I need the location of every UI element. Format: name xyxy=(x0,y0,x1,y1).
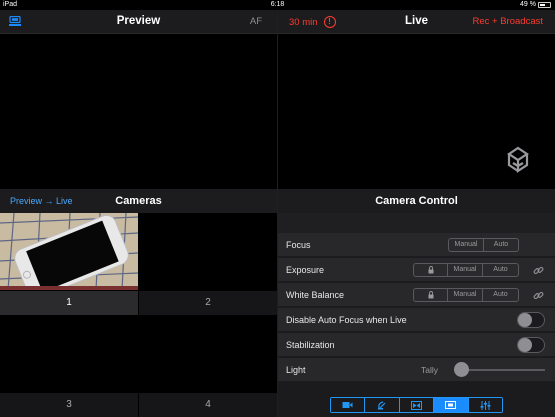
focus-row: Focus Manual Auto xyxy=(278,233,555,257)
switcher-logo-icon xyxy=(507,146,529,174)
camera-cell-3[interactable] xyxy=(0,316,138,393)
camera-control-panel: Focus Manual Auto Exposure Manual Auto W… xyxy=(278,213,555,417)
white-balance-link-icon[interactable] xyxy=(533,290,544,301)
exposure-auto-option[interactable]: Auto xyxy=(483,264,518,276)
toggle-knob xyxy=(518,338,532,352)
light-slider-knob[interactable] xyxy=(454,362,469,377)
exposure-lock-icon[interactable] xyxy=(414,264,448,276)
battery-status: 49 % xyxy=(520,1,551,8)
camera-label-3[interactable]: 3 xyxy=(0,393,138,417)
battery-icon xyxy=(538,1,551,8)
focus-manual-option[interactable]: Manual xyxy=(449,239,484,251)
af-button[interactable]: AF xyxy=(250,16,262,27)
live-monitor[interactable] xyxy=(278,35,555,189)
camera-grid: 1 2 3 4 xyxy=(0,213,277,417)
stabilization-toggle[interactable] xyxy=(517,337,545,353)
white-balance-row: White Balance Manual Auto xyxy=(278,283,555,307)
exposure-link-icon[interactable] xyxy=(533,265,544,276)
exposure-row: Exposure Manual Auto xyxy=(278,258,555,282)
battery-percent: 49 % xyxy=(520,1,536,8)
camera-cell-2[interactable] xyxy=(139,213,277,290)
white-balance-lock-icon[interactable] xyxy=(414,289,448,301)
panel-spacer xyxy=(278,213,555,233)
satellite-icon xyxy=(378,401,386,410)
camera-1-thumbnail xyxy=(0,213,138,290)
preview-monitor[interactable] xyxy=(0,35,277,189)
toggle-knob xyxy=(518,313,532,327)
mixer-button[interactable] xyxy=(468,398,503,412)
status-bar: iPad 6:18 49 % xyxy=(0,0,555,10)
white-balance-auto-option[interactable]: Auto xyxy=(483,289,518,301)
disable-af-toggle[interactable] xyxy=(517,312,545,328)
phone-on-cloth-image xyxy=(0,213,138,290)
video-camera-icon xyxy=(342,402,353,408)
screen-icon xyxy=(445,401,457,409)
camera-label-1[interactable]: 1 xyxy=(0,291,138,315)
camera-control-toolbar xyxy=(330,397,503,413)
exposure-manual-option[interactable]: Manual xyxy=(448,264,483,276)
live-header: 30 min ! Live Rec + Broadcast xyxy=(278,10,555,34)
camera-control-header: Camera Control xyxy=(278,189,555,213)
cameras-header: Preview → Live Cameras xyxy=(0,189,277,213)
camera-cell-1[interactable] xyxy=(0,213,138,290)
transition-button[interactable] xyxy=(399,398,435,412)
camera-control-title: Camera Control xyxy=(375,195,458,207)
cameras-title: Cameras xyxy=(115,195,162,207)
rec-broadcast-button[interactable]: Rec + Broadcast xyxy=(473,16,544,27)
preview-title: Preview xyxy=(116,15,161,27)
stabilization-row: Stabilization xyxy=(278,333,555,357)
preview-header: Preview AF xyxy=(0,10,277,34)
satellite-button[interactable] xyxy=(365,398,400,412)
light-slider-track[interactable] xyxy=(461,369,545,371)
camera-label-4[interactable]: 4 xyxy=(139,393,277,417)
tally-label: Tally xyxy=(421,365,439,375)
exposure-label: Exposure xyxy=(286,265,325,275)
stabilization-label: Stabilization xyxy=(286,340,335,350)
camera-cell-4[interactable] xyxy=(139,316,277,393)
clock: 6:18 xyxy=(270,1,285,8)
mixer-sliders-icon xyxy=(480,400,491,410)
light-label: Light xyxy=(286,365,306,375)
video-camera-button[interactable] xyxy=(331,398,366,412)
screen-button[interactable] xyxy=(434,398,469,412)
white-balance-label: White Balance xyxy=(286,290,345,300)
focus-auto-option[interactable]: Auto xyxy=(484,239,518,251)
white-balance-manual-option[interactable]: Manual xyxy=(448,289,483,301)
focus-label: Focus xyxy=(286,240,311,250)
disable-af-label: Disable Auto Focus when Live xyxy=(286,315,407,325)
focus-segmented-control[interactable]: Manual Auto xyxy=(448,238,519,252)
light-row: Light Tally xyxy=(278,358,555,382)
camera-label-2[interactable]: 2 xyxy=(139,291,277,315)
transition-icon xyxy=(411,400,423,410)
white-balance-segmented-control[interactable]: Manual Auto xyxy=(413,288,519,302)
disable-af-row: Disable Auto Focus when Live xyxy=(278,308,555,332)
exposure-segmented-control[interactable]: Manual Auto xyxy=(413,263,519,277)
